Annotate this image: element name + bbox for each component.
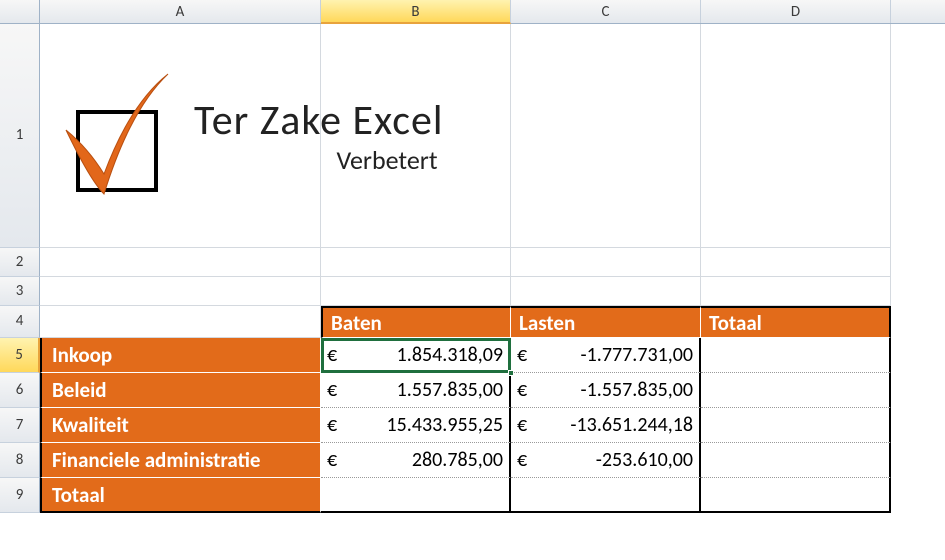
- cell-lasten-inkoop[interactable]: € -1.777.731,00: [511, 338, 701, 373]
- value: 1.854.318,09: [337, 343, 503, 367]
- row-header-7[interactable]: 7: [0, 408, 40, 443]
- cell-baten-beleid[interactable]: € 1.557.835,00: [321, 373, 511, 408]
- label-inkoop[interactable]: Inkoop: [40, 338, 321, 373]
- cell-d2[interactable]: [701, 248, 891, 277]
- label-totaal[interactable]: Totaal: [40, 478, 321, 513]
- cell-lasten-kwaliteit[interactable]: € -13.651.244,18: [511, 408, 701, 443]
- header-lasten[interactable]: Lasten: [511, 306, 701, 338]
- row-header-6[interactable]: 6: [0, 373, 40, 408]
- row-header-2[interactable]: 2: [0, 248, 40, 277]
- currency-symbol: €: [517, 343, 527, 367]
- value: -1.777.731,00: [527, 343, 693, 367]
- currency-symbol: €: [327, 448, 337, 472]
- value: -13.651.244,18: [527, 413, 693, 437]
- cell-a4[interactable]: [40, 306, 321, 338]
- currency-symbol: €: [327, 378, 337, 402]
- cell-b3[interactable]: [321, 277, 511, 306]
- cell-baten-finadmin[interactable]: € 280.785,00: [321, 443, 511, 478]
- cell-lasten-beleid[interactable]: € -1.557.835,00: [511, 373, 701, 408]
- value: -253.610,00: [527, 448, 693, 472]
- col-header-c[interactable]: C: [511, 0, 701, 23]
- cell-baten-kwaliteit[interactable]: € 15.433.955,25: [321, 408, 511, 443]
- cell-a3[interactable]: [40, 277, 321, 306]
- select-all-corner[interactable]: [0, 0, 40, 23]
- checkmark-icon: [60, 70, 170, 200]
- value: 1.557.835,00: [337, 378, 503, 402]
- cell-baten-inkoop[interactable]: € 1.854.318,09: [321, 338, 511, 373]
- currency-symbol: €: [327, 413, 337, 437]
- row-header-4[interactable]: 4: [0, 306, 40, 338]
- currency-symbol: €: [517, 378, 527, 402]
- currency-symbol: €: [517, 448, 527, 472]
- row-header-3[interactable]: 3: [0, 277, 40, 306]
- cell-baten-totaal[interactable]: [321, 478, 511, 513]
- cell-d3[interactable]: [701, 277, 891, 306]
- row-header-1[interactable]: 1: [0, 24, 40, 248]
- logo: Ter Zake Excel Verbetert: [60, 70, 444, 200]
- cell-lasten-finadmin[interactable]: € -253.610,00: [511, 443, 701, 478]
- cell-b2[interactable]: [321, 248, 511, 277]
- value: -1.557.835,00: [527, 378, 693, 402]
- column-header-row: A B C D: [0, 0, 945, 24]
- cell-lasten-totaal[interactable]: [511, 478, 701, 513]
- col-header-d[interactable]: D: [701, 0, 891, 23]
- value: 280.785,00: [337, 448, 503, 472]
- row-header-9[interactable]: 9: [0, 478, 40, 513]
- label-beleid[interactable]: Beleid: [40, 373, 321, 408]
- cell-c3[interactable]: [511, 277, 701, 306]
- logo-title: Ter Zake Excel: [194, 95, 444, 146]
- cell-totaal-kwaliteit[interactable]: [701, 408, 891, 443]
- cell-d1[interactable]: [701, 24, 891, 248]
- cell-a2[interactable]: [40, 248, 321, 277]
- label-kwaliteit[interactable]: Kwaliteit: [40, 408, 321, 443]
- fill-handle[interactable]: [508, 370, 514, 376]
- col-header-b[interactable]: B: [321, 0, 511, 24]
- header-baten[interactable]: Baten: [321, 306, 511, 338]
- spreadsheet: A B C D 1 2 3 4: [0, 0, 945, 513]
- currency-symbol: €: [517, 413, 527, 437]
- cell-c2[interactable]: [511, 248, 701, 277]
- header-totaal[interactable]: Totaal: [701, 306, 891, 338]
- currency-symbol: €: [327, 343, 337, 367]
- cell-totaal-inkoop[interactable]: [701, 338, 891, 373]
- label-finadmin[interactable]: Financiele administratie: [40, 443, 321, 478]
- row-header-5[interactable]: 5: [0, 338, 40, 373]
- value: 15.433.955,25: [337, 413, 503, 437]
- cell-totaal-beleid[interactable]: [701, 373, 891, 408]
- cell-totaal-finadmin[interactable]: [701, 443, 891, 478]
- logo-subtitle: Verbetert: [194, 144, 444, 176]
- cell-c1[interactable]: [511, 24, 701, 248]
- row-header-8[interactable]: 8: [0, 443, 40, 478]
- cell-totaal-totaal[interactable]: [701, 478, 891, 513]
- col-header-a[interactable]: A: [40, 0, 321, 23]
